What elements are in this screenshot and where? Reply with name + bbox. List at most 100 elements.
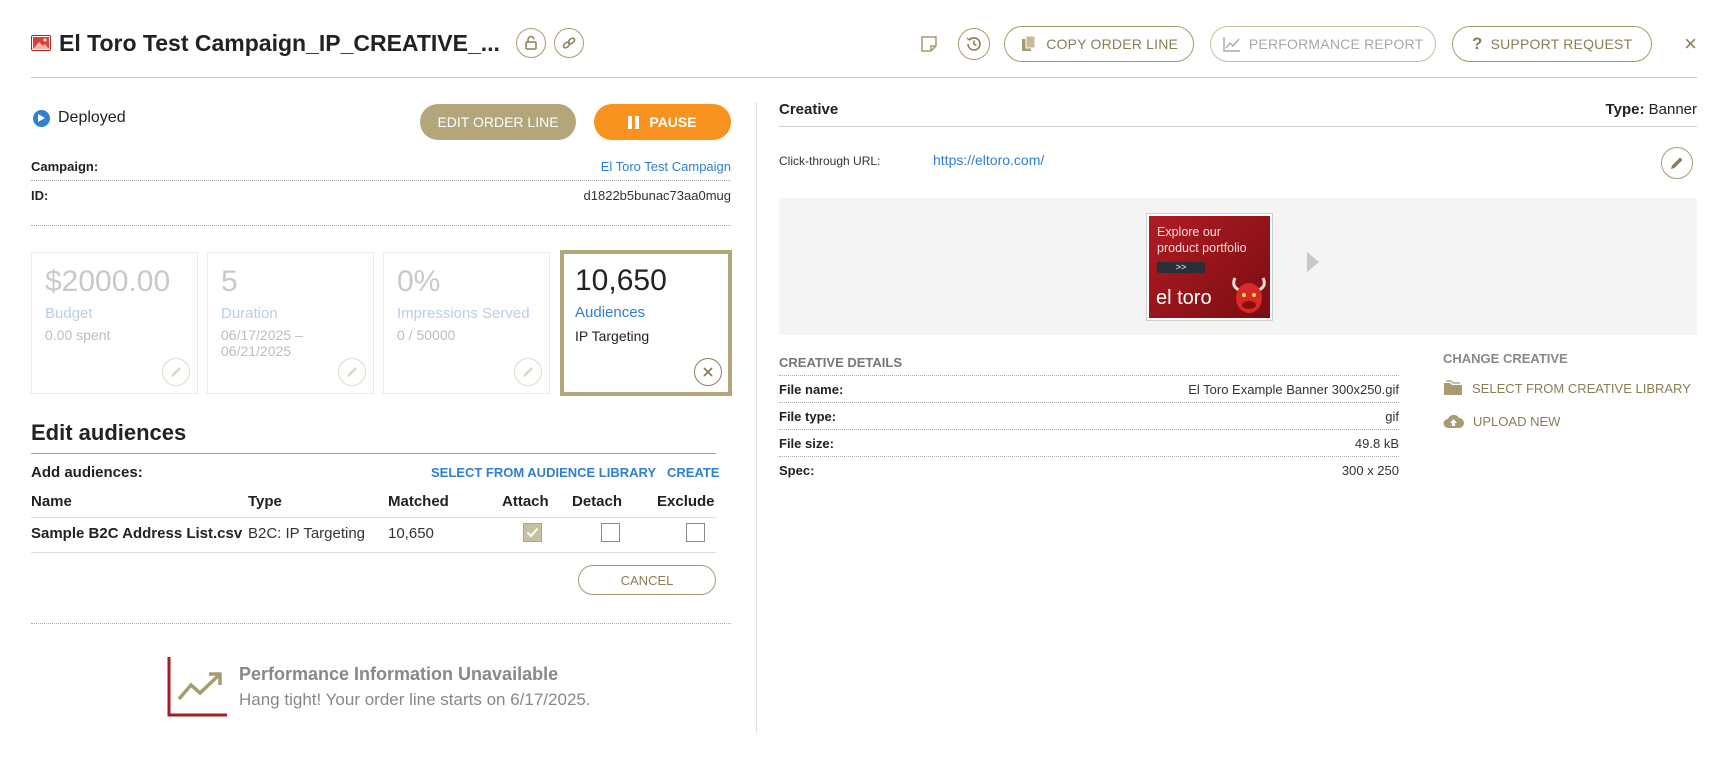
exclude-checkbox[interactable]: [686, 523, 705, 542]
close-icon[interactable]: ×: [1684, 33, 1697, 55]
select-audience-library-link[interactable]: SELECT FROM AUDIENCE LIBRARY: [431, 465, 656, 480]
file-name-key: File name:: [779, 381, 844, 397]
copy-order-line-label: COPY ORDER LINE: [1046, 36, 1179, 52]
close-icon: [703, 367, 713, 377]
creative-type: Type: Banner: [1606, 101, 1697, 118]
audiences-value: 10,650: [575, 264, 667, 297]
select-creative-library-link[interactable]: SELECT FROM CREATIVE LIBRARY: [1443, 380, 1691, 396]
banner-line-2: product portfolio: [1157, 241, 1247, 255]
chart-trend-icon: [167, 657, 227, 717]
column-divider: [756, 103, 757, 733]
id-key: ID:: [31, 187, 49, 203]
spec-key: Spec:: [779, 462, 815, 478]
chart-line-icon: [1223, 37, 1240, 52]
audiences-card[interactable]: 10,650 Audiences IP Targeting: [560, 250, 732, 396]
divider: [31, 180, 731, 181]
copy-order-line-button[interactable]: COPY ORDER LINE: [1004, 26, 1195, 62]
creative-type-value: Banner: [1648, 101, 1697, 118]
banner-thumbnail[interactable]: Explore our product portfolio >> el toro: [1146, 213, 1273, 321]
performance-report-label: PERFORMANCE REPORT: [1248, 36, 1424, 52]
audiences-label: Audiences: [575, 304, 646, 321]
next-creative-arrow-icon[interactable]: [1307, 252, 1319, 272]
pencil-icon: [347, 367, 357, 377]
id-value: d1822b5bunac73aa0mug: [583, 187, 731, 203]
create-audience-link[interactable]: CREATE: [667, 465, 719, 480]
column-detach: Detach: [572, 493, 623, 510]
check-icon: [526, 527, 539, 538]
campaign-row: Campaign: El Toro Test Campaign: [31, 153, 731, 179]
deployed-status: Deployed: [33, 109, 126, 127]
support-request-button[interactable]: ? SUPPORT REQUEST: [1452, 26, 1653, 62]
duration-label: Duration: [221, 305, 278, 322]
edit-budget-button[interactable]: [162, 358, 190, 386]
divider: [31, 453, 716, 454]
detail-row-file-size: File size: 49.8 kB: [779, 430, 1399, 456]
divider: [31, 552, 716, 553]
divider: [31, 623, 731, 624]
link-icon: [562, 37, 576, 49]
summary-cards: $2000.00 Budget 0.00 spent 5 Duration 06…: [31, 250, 733, 396]
clickthrough-label: Click-through URL:: [779, 154, 881, 168]
creative-preview: Explore our product portfolio >> el toro: [779, 198, 1697, 335]
upload-new-label: UPLOAD NEW: [1473, 413, 1561, 429]
budget-card: $2000.00 Budget 0.00 spent: [31, 252, 198, 394]
campaign-key: Campaign:: [31, 158, 99, 174]
creative-header: Creative Type: Banner: [779, 95, 1697, 127]
header-actions: COPY ORDER LINE PERFORMANCE REPORT ? SUP…: [920, 26, 1697, 62]
close-audiences-button[interactable]: [694, 358, 722, 386]
column-type: Type: [248, 493, 282, 510]
link-button[interactable]: [553, 28, 584, 58]
detail-row-file-name: File name: El Toro Example Banner 300x25…: [779, 376, 1399, 402]
file-type-value: gif: [1385, 408, 1399, 424]
audiences-type: IP Targeting: [575, 328, 650, 344]
impressions-count: 0 / 50000: [397, 327, 456, 343]
header: El Toro Test Campaign_IP_CREATIVE_... CO…: [31, 22, 1697, 78]
performance-report-button[interactable]: PERFORMANCE REPORT: [1210, 26, 1437, 62]
creative-title: Creative: [779, 101, 839, 118]
column-name: Name: [31, 493, 72, 510]
edit-audiences-title: Edit audiences: [31, 420, 187, 445]
banner-button: >>: [1157, 262, 1205, 273]
unlock-icon: [525, 35, 537, 50]
creative-details-title: CREATIVE DETAILS: [779, 355, 903, 370]
cloud-upload-icon: [1443, 414, 1464, 428]
detach-checkbox[interactable]: [601, 523, 620, 542]
add-audiences-label: Add audiences:: [31, 464, 143, 481]
attach-checkbox[interactable]: [523, 523, 542, 542]
banner-headline: Explore our product portfolio: [1157, 224, 1247, 256]
id-row: ID: d1822b5bunac73aa0mug: [31, 182, 731, 208]
play-icon: [33, 109, 50, 127]
note-icon[interactable]: [920, 35, 938, 53]
performance-title: Performance Information Unavailable: [239, 664, 559, 684]
unlock-button[interactable]: [515, 28, 546, 58]
column-attach: Attach: [502, 493, 549, 510]
edit-duration-button[interactable]: [338, 358, 366, 386]
campaign-link[interactable]: El Toro Test Campaign: [601, 159, 731, 174]
upload-new-link[interactable]: UPLOAD NEW: [1443, 413, 1560, 429]
question-icon: ?: [1471, 34, 1483, 53]
duration-value: 5: [221, 265, 238, 298]
edit-order-line-button[interactable]: EDIT ORDER LINE: [420, 104, 576, 140]
duration-start: 06/17/2025 –: [221, 327, 303, 343]
add-audiences-row: Add audiences: SELECT FROM AUDIENCE LIBR…: [31, 462, 719, 484]
image-icon: [31, 35, 51, 51]
creative-type-key: Type:: [1605, 101, 1645, 118]
detail-row-spec: Spec: 300 x 250: [779, 457, 1399, 483]
impressions-card: 0% Impressions Served 0 / 50000: [383, 252, 550, 394]
banner-image: Explore our product portfolio >> el toro: [1149, 216, 1270, 318]
cancel-button[interactable]: CANCEL: [578, 565, 716, 595]
pause-button[interactable]: PAUSE: [594, 104, 731, 140]
edit-impressions-button[interactable]: [514, 358, 542, 386]
performance-placeholder: Performance Information Unavailable Hang…: [167, 655, 727, 721]
file-name-value: El Toro Example Banner 300x250.gif: [1188, 381, 1399, 397]
history-button[interactable]: [958, 28, 991, 60]
file-size-key: File size:: [779, 435, 834, 451]
audience-type: B2C: IP Targeting: [248, 525, 366, 542]
duration-card: 5 Duration 06/17/2025 – 06/21/2025: [207, 252, 374, 394]
pencil-icon: [1671, 157, 1683, 169]
edit-clickthrough-button[interactable]: [1661, 147, 1693, 179]
clickthrough-row: Click-through URL: https://eltoro.com/: [779, 147, 1697, 181]
divider: [31, 517, 716, 518]
column-exclude: Exclude: [657, 493, 715, 510]
clickthrough-link[interactable]: https://eltoro.com/: [933, 152, 1044, 168]
